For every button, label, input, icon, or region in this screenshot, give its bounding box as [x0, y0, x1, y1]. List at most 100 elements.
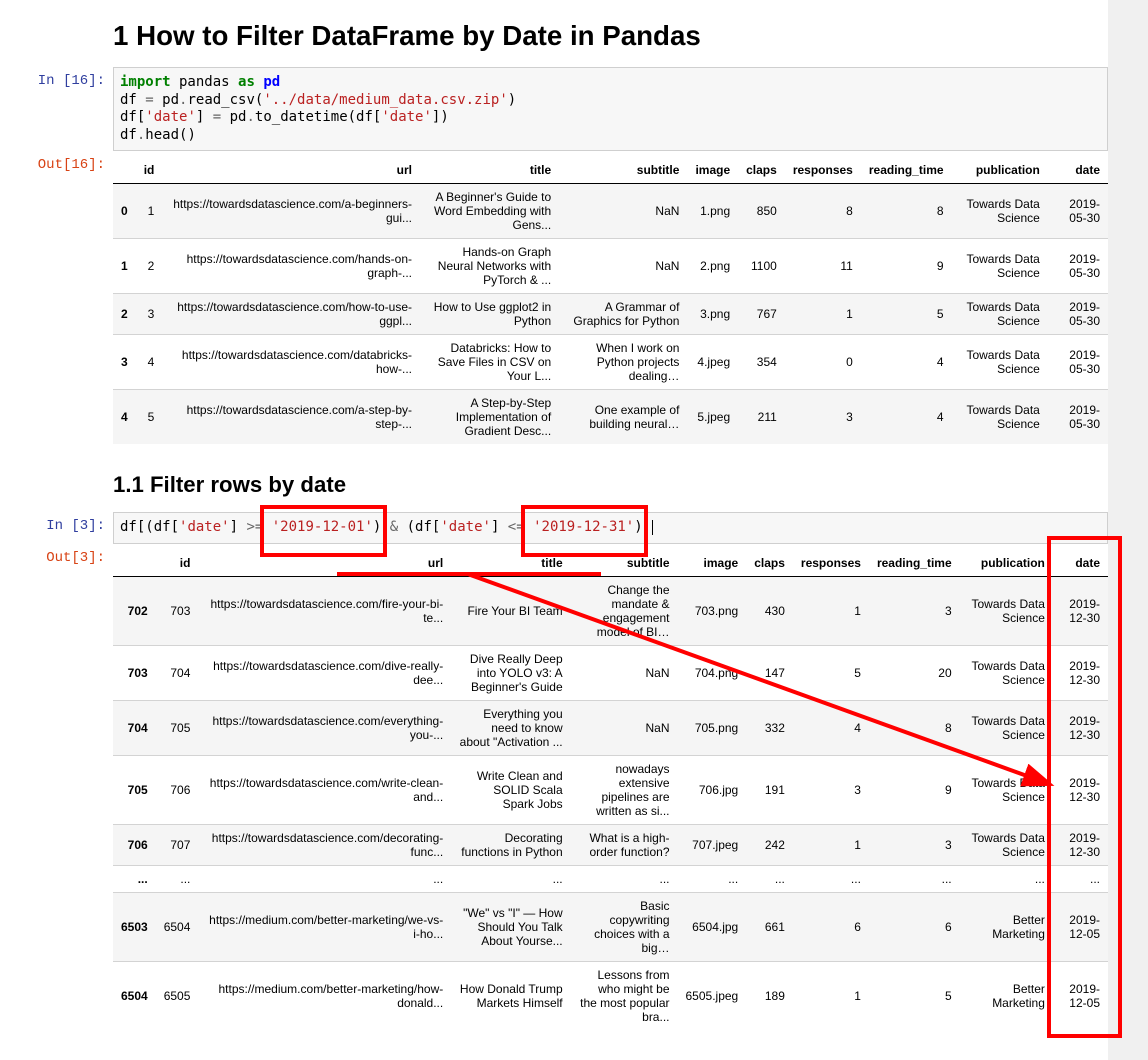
- table-header-title: title: [451, 550, 570, 577]
- cell-publication: Towards Data Science: [952, 239, 1048, 294]
- cell-id: 2: [136, 239, 163, 294]
- cell-url: ...: [198, 865, 451, 892]
- cell-url: https://medium.com/better-marketing/we-v…: [198, 892, 451, 961]
- table-header-date: date: [1048, 157, 1108, 184]
- cell-date: 2019-12-30: [1053, 755, 1108, 824]
- table-row: 01https://towardsdatascience.com/a-begin…: [113, 184, 1108, 239]
- output-cell-3: Out[3]: idurltitlesubtitleimageclapsresp…: [0, 544, 1108, 1030]
- output-table-3: idurltitlesubtitleimageclapsresponsesrea…: [113, 550, 1108, 1030]
- cell-publication: Better Marketing: [960, 961, 1053, 1030]
- cell-id: 6505: [156, 961, 199, 1030]
- table-header-reading_time: reading_time: [861, 157, 952, 184]
- cell-image: 6504.jpg: [678, 892, 747, 961]
- table-header-subtitle: subtitle: [571, 550, 678, 577]
- cell-claps: 191: [746, 755, 793, 824]
- cell-subtitle: NaN: [559, 184, 687, 239]
- table-row: 45https://towardsdatascience.com/a-step-…: [113, 390, 1108, 445]
- cell-reading_time: 6: [869, 892, 960, 961]
- cell-reading_time: 9: [869, 755, 960, 824]
- cell-idx: 6503: [113, 892, 156, 961]
- cell-image: 5.jpeg: [687, 390, 738, 445]
- cell-url: https://medium.com/better-marketing/how-…: [198, 961, 451, 1030]
- cell-url: https://towardsdatascience.com/a-step-by…: [162, 390, 420, 445]
- prompt-empty: [0, 0, 113, 67]
- cell-responses: ...: [793, 865, 869, 892]
- markdown-cell-h2: 1.1 Filter rows by date: [0, 444, 1108, 512]
- cell-reading_time: 4: [861, 390, 952, 445]
- table-header-publication: publication: [952, 157, 1048, 184]
- cell-url: https://towardsdatascience.com/a-beginne…: [162, 184, 420, 239]
- cell-title: Decorating functions in Python: [451, 824, 570, 865]
- cell-publication: Better Marketing: [960, 892, 1053, 961]
- cell-idx: 6504: [113, 961, 156, 1030]
- table-header-subtitle: subtitle: [559, 157, 687, 184]
- code-input-3[interactable]: df[(df['date'] >= '2019-12-01') & (df['d…: [113, 512, 1108, 544]
- markdown-cell-h1: 1 How to Filter DataFrame by Date in Pan…: [0, 0, 1108, 67]
- cell-claps: 242: [746, 824, 793, 865]
- cell-title: "We" vs "I" — How Should You Talk About …: [451, 892, 570, 961]
- cell-id: 704: [156, 645, 199, 700]
- cell-title: How Donald Trump Markets Himself: [451, 961, 570, 1030]
- cell-title: ...: [451, 865, 570, 892]
- cell-claps: ...: [746, 865, 793, 892]
- cell-claps: 430: [746, 576, 793, 645]
- cell-id: 4: [136, 335, 163, 390]
- cell-url: https://towardsdatascience.com/how-to-us…: [162, 294, 420, 335]
- table-header-index: [113, 157, 136, 184]
- cell-image: 6505.jpeg: [678, 961, 747, 1030]
- cell-subtitle: Change the mandate & engagement model of…: [571, 576, 678, 645]
- cell-publication: Towards Data Science: [960, 645, 1053, 700]
- cell-responses: 3: [793, 755, 869, 824]
- table-row: 65046505https://medium.com/better-market…: [113, 961, 1108, 1030]
- cell-idx: 2: [113, 294, 136, 335]
- cell-claps: 767: [738, 294, 785, 335]
- cell-title: A Step-by-Step Implementation of Gradien…: [420, 390, 559, 445]
- cell-url: https://towardsdatascience.com/databrick…: [162, 335, 420, 390]
- cell-title: Fire Your BI Team: [451, 576, 570, 645]
- code-cell-3: In [3]: df[(df['date'] >= '2019-12-01') …: [0, 512, 1108, 544]
- code-input-16[interactable]: import pandas as pd df = pd.read_csv('..…: [113, 67, 1108, 151]
- table-row: 706707https://towardsdatascience.com/dec…: [113, 824, 1108, 865]
- cell-reading_time: 20: [869, 645, 960, 700]
- table-row: 12https://towardsdatascience.com/hands-o…: [113, 239, 1108, 294]
- cell-title: Hands-on Graph Neural Networks with PyTo…: [420, 239, 559, 294]
- cell-publication: Towards Data Science: [960, 700, 1053, 755]
- cell-reading_time: 8: [861, 184, 952, 239]
- cell-date: 2019-05-30: [1048, 335, 1108, 390]
- cell-subtitle: NaN: [571, 645, 678, 700]
- cell-id: 703: [156, 576, 199, 645]
- cell-responses: 5: [793, 645, 869, 700]
- cell-id: ...: [156, 865, 199, 892]
- table-header-row: idurltitlesubtitleimageclapsresponsesrea…: [113, 550, 1108, 577]
- cell-responses: 6: [793, 892, 869, 961]
- cell-idx: 703: [113, 645, 156, 700]
- table-row: 23https://towardsdatascience.com/how-to-…: [113, 294, 1108, 335]
- cell-reading_time: 8: [869, 700, 960, 755]
- cell-id: 5: [136, 390, 163, 445]
- cell-date: 2019-12-30: [1053, 700, 1108, 755]
- cell-responses: 11: [785, 239, 861, 294]
- cell-subtitle: nowadays extensive pipelines are written…: [571, 755, 678, 824]
- cell-id: 3: [136, 294, 163, 335]
- in-prompt-16: In [16]:: [0, 67, 113, 151]
- cell-subtitle: NaN: [571, 700, 678, 755]
- cell-publication: Towards Data Science: [960, 755, 1053, 824]
- table-header-row: idurltitlesubtitleimageclapsresponsesrea…: [113, 157, 1108, 184]
- cell-responses: 1: [793, 961, 869, 1030]
- cell-date: ...: [1053, 865, 1108, 892]
- cell-id: 1: [136, 184, 163, 239]
- cell-subtitle: NaN: [559, 239, 687, 294]
- table-header-index: [113, 550, 156, 577]
- cell-idx: 4: [113, 390, 136, 445]
- table-header-date: date: [1053, 550, 1108, 577]
- cell-subtitle: ...: [571, 865, 678, 892]
- table-header-url: url: [162, 157, 420, 184]
- cell-subtitle: Basic copywriting choices with a big…: [571, 892, 678, 961]
- in-prompt-3: In [3]:: [0, 512, 113, 544]
- cell-claps: 332: [746, 700, 793, 755]
- code-cell-16: In [16]: import pandas as pd df = pd.rea…: [0, 67, 1108, 151]
- cell-subtitle: When I work on Python projects dealing…: [559, 335, 687, 390]
- cell-idx: 1: [113, 239, 136, 294]
- table-header-url: url: [198, 550, 451, 577]
- cell-subtitle: A Grammar of Graphics for Python: [559, 294, 687, 335]
